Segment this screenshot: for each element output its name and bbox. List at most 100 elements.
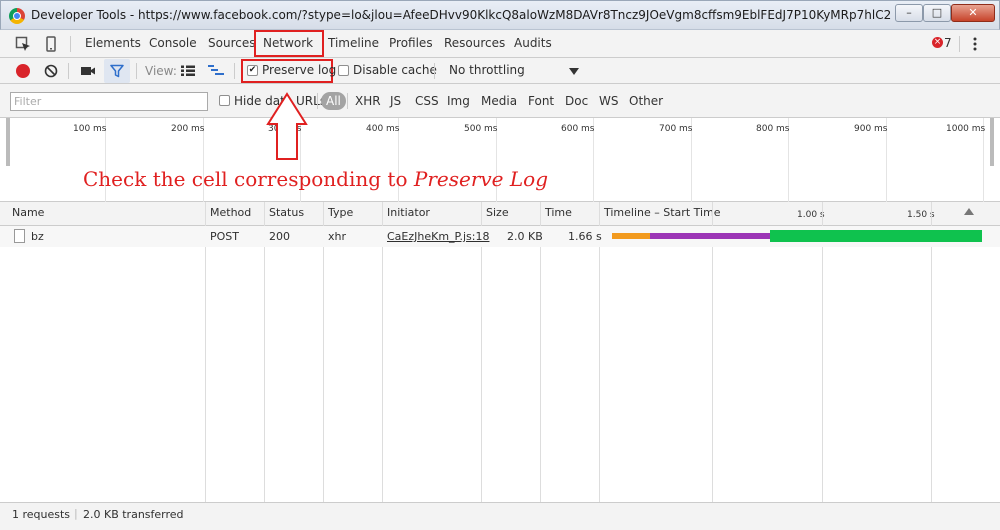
type-filter-ws[interactable]: WS: [596, 92, 621, 110]
show-overview-icon[interactable]: [207, 64, 225, 78]
annotation-text: Check the cell corresponding to Preserve…: [83, 167, 548, 191]
filter-icon: [110, 64, 124, 78]
waterfall-gridline: [712, 202, 713, 502]
overview-tick-label: 400 ms: [366, 124, 400, 134]
request-status: 200: [269, 230, 290, 243]
hide-data-urls-checkbox[interactable]: [219, 95, 230, 106]
request-table-header: Name Method Status Type Initiator Size T…: [0, 202, 1000, 226]
toolbar-divider: [347, 93, 348, 109]
tab-audits[interactable]: Audits: [507, 30, 559, 57]
type-filter-js[interactable]: JS: [387, 92, 404, 110]
type-filter-media[interactable]: Media: [478, 92, 520, 110]
disable-cache-checkbox[interactable]: [338, 65, 349, 76]
tab-profiles[interactable]: Profiles: [382, 30, 440, 57]
overview-left-handle[interactable]: [6, 118, 10, 166]
overview-right-handle[interactable]: [990, 118, 994, 166]
column-divider[interactable]: [382, 202, 383, 502]
more-options-icon[interactable]: [970, 36, 980, 52]
devtools-tab-bar: Elements Console Sources Network Timelin…: [0, 30, 1000, 58]
tab-elements[interactable]: Elements: [78, 30, 148, 57]
column-header-name[interactable]: Name: [12, 206, 44, 219]
table-row[interactable]: bz POST 200 xhr CaEzJheKm_P.js:18 2.0 KB…: [0, 226, 1000, 247]
error-count[interactable]: 7: [944, 36, 952, 50]
disable-cache-label[interactable]: Disable cache: [353, 63, 437, 77]
status-divider: |: [74, 507, 78, 520]
column-divider[interactable]: [205, 202, 206, 502]
type-filter-css[interactable]: CSS: [412, 92, 442, 110]
request-method: POST: [210, 230, 239, 243]
annotation-main-text: Check the cell corresponding to: [83, 167, 414, 191]
document-icon: [14, 229, 25, 243]
large-request-rows-icon[interactable]: [180, 64, 196, 78]
column-divider[interactable]: [323, 202, 324, 502]
column-header-status[interactable]: Status: [269, 206, 304, 219]
inspect-element-icon[interactable]: [15, 36, 31, 52]
clear-icon[interactable]: [44, 64, 58, 78]
tab-timeline[interactable]: Timeline: [321, 30, 386, 57]
toolbar-divider: [434, 63, 435, 79]
overview-tick-label: 200 ms: [171, 124, 205, 134]
preserve-log-label[interactable]: Preserve log: [262, 63, 336, 77]
network-status-bar: 1 requests | 2.0 KB transferred: [0, 502, 1000, 530]
waterfall-waiting-bar[interactable]: [650, 233, 770, 239]
waterfall-gridline: [822, 202, 823, 502]
waterfall-receiving-bar[interactable]: [770, 230, 982, 242]
toolbar-divider: [317, 93, 318, 109]
sort-ascending-icon[interactable]: [964, 208, 974, 215]
column-header-size[interactable]: Size: [486, 206, 509, 219]
toolbar-divider: [959, 36, 960, 52]
overview-tick-label: 100 ms: [73, 124, 107, 134]
close-button[interactable]: ✕: [951, 4, 995, 22]
request-name[interactable]: bz: [31, 230, 44, 243]
filter-toggle-button[interactable]: [104, 59, 130, 83]
maximize-button[interactable]: □: [923, 4, 951, 22]
type-filter-other[interactable]: Other: [626, 92, 666, 110]
throttling-select[interactable]: No throttling: [449, 63, 525, 77]
toolbar-divider: [68, 63, 69, 79]
filter-bar: Hide data URLs All XHR JS CSS Img Media …: [0, 84, 1000, 118]
minimize-button[interactable]: –: [895, 4, 923, 22]
column-divider[interactable]: [599, 202, 600, 502]
record-button[interactable]: [16, 64, 30, 78]
error-icon[interactable]: ×: [932, 37, 943, 48]
window-title-bar: Developer Tools - https://www.facebook.c…: [0, 0, 1000, 30]
device-mode-icon[interactable]: [43, 36, 59, 52]
column-header-timeline[interactable]: Timeline – Start Time: [604, 206, 721, 219]
preserve-log-checkbox[interactable]: ✔: [247, 65, 258, 76]
dropdown-arrow-icon[interactable]: [569, 68, 579, 75]
type-filter-font[interactable]: Font: [525, 92, 557, 110]
overview-tick-label: 1000 ms: [946, 124, 986, 134]
window-title: Developer Tools - https://www.facebook.c…: [31, 8, 891, 22]
annotation-arrow-icon: [266, 92, 308, 160]
toolbar-divider: [136, 63, 137, 79]
overview-tick-label: 600 ms: [561, 124, 595, 134]
column-header-type[interactable]: Type: [328, 206, 353, 219]
column-divider[interactable]: [481, 202, 482, 502]
waterfall-stalled-bar[interactable]: [612, 233, 650, 239]
column-header-time[interactable]: Time: [545, 206, 572, 219]
column-header-method[interactable]: Method: [210, 206, 251, 219]
transferred-size: 2.0 KB transferred: [83, 508, 184, 521]
column-header-initiator[interactable]: Initiator: [387, 206, 430, 219]
type-filter-all[interactable]: All: [321, 92, 346, 110]
toolbar-divider: [234, 63, 235, 79]
tab-console[interactable]: Console: [142, 30, 204, 57]
request-type: xhr: [328, 230, 347, 243]
tab-resources[interactable]: Resources: [437, 30, 512, 57]
type-filter-xhr[interactable]: XHR: [352, 92, 384, 110]
type-filter-doc[interactable]: Doc: [562, 92, 591, 110]
column-divider[interactable]: [540, 202, 541, 502]
overview-tick-label: 900 ms: [854, 124, 888, 134]
waterfall-tick-label: 1.00 s: [797, 210, 825, 220]
request-time: 1.66 s: [568, 230, 602, 243]
network-toolbar: View: ✔ Preserve log Disable cache No th…: [0, 58, 1000, 84]
view-label: View:: [145, 64, 177, 78]
type-filter-img[interactable]: Img: [444, 92, 473, 110]
capture-screenshots-icon[interactable]: [80, 65, 96, 77]
tab-network[interactable]: Network: [254, 30, 324, 57]
filter-input[interactable]: [10, 92, 208, 111]
overview-tick-label: 700 ms: [659, 124, 693, 134]
request-initiator-link[interactable]: CaEzJheKm_P.js:18: [387, 230, 489, 243]
annotation-emphasis: Preserve Log: [413, 167, 548, 191]
column-divider[interactable]: [264, 202, 265, 502]
